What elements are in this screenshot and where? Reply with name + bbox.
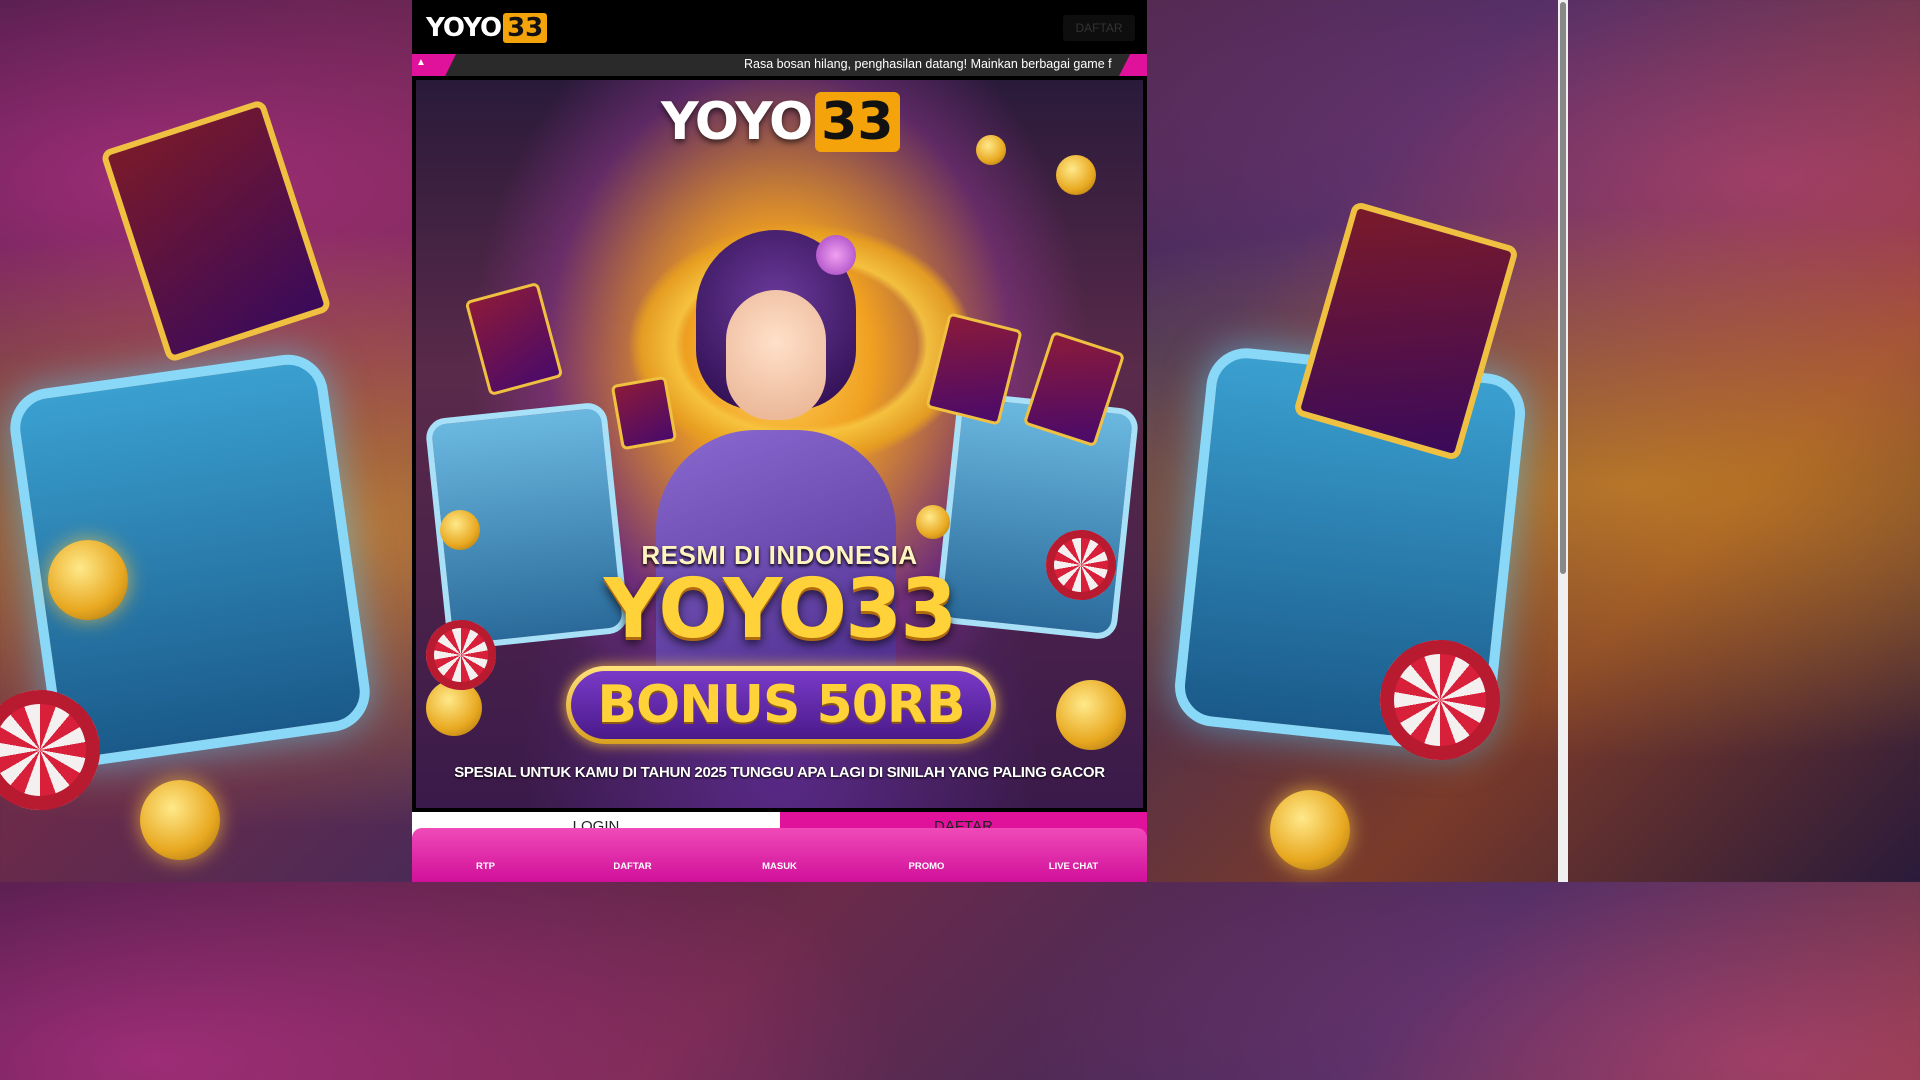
background-slot-machine-left bbox=[5, 349, 375, 771]
nav-label: RTP bbox=[476, 860, 495, 872]
hair-flower-ornament bbox=[816, 235, 856, 275]
coin-illustration bbox=[1056, 680, 1126, 750]
background-coin bbox=[1270, 790, 1350, 870]
background-coin bbox=[140, 780, 220, 860]
nav-label: MASUK bbox=[762, 860, 797, 872]
scrollbar-thumb[interactable] bbox=[1560, 2, 1566, 574]
site-logo[interactable]: YOYO 33 bbox=[426, 13, 548, 43]
bonus-badge: BONUS 50RB bbox=[566, 666, 996, 744]
playing-card-illustration bbox=[464, 281, 564, 397]
nav-label: PROMO bbox=[908, 860, 945, 872]
logo-text: YOYO bbox=[426, 13, 502, 43]
background-chip bbox=[1380, 640, 1500, 760]
page-scrollbar[interactable] bbox=[1558, 0, 1568, 882]
nav-item-promo[interactable]: PROMO bbox=[853, 828, 1000, 882]
speaker-icon: ▲ bbox=[416, 57, 426, 68]
background-slot-machine-right bbox=[1171, 344, 1529, 756]
logo-number-badge: 33 bbox=[503, 13, 548, 43]
auth-buttons: LOGIN DAFTAR bbox=[412, 812, 1147, 842]
banner-logo: YOYO 33 bbox=[661, 92, 900, 152]
ticker-text: Rasa bosan hilang, penghasilan datang! M… bbox=[744, 57, 1112, 71]
main-container: YOYO 33 DAFTAR ▲ Rasa bosan hilang, peng… bbox=[412, 0, 1147, 882]
coin-illustration bbox=[916, 505, 950, 539]
header: YOYO 33 DAFTAR bbox=[412, 0, 1147, 54]
banner-logo-number: 33 bbox=[815, 92, 900, 152]
nav-item-rtp[interactable]: RTP bbox=[412, 828, 559, 882]
bonus-text: BONUS 50RB bbox=[571, 671, 991, 739]
promo-banner[interactable]: YOYO 33 RESMI DI INDONESIA YOYO33 BONUS … bbox=[416, 80, 1143, 808]
banner-title: YOYO33 bbox=[603, 562, 958, 657]
banner-subtitle: SPESIAL UNTUK KAMU DI TAHUN 2025 TUNGGU … bbox=[454, 764, 1105, 781]
nav-item-masuk[interactable]: MASUK bbox=[706, 828, 853, 882]
nav-item-live-chat[interactable]: LIVE CHAT bbox=[1000, 828, 1147, 882]
nav-label: LIVE CHAT bbox=[1048, 860, 1099, 872]
header-daftar-button[interactable]: DAFTAR bbox=[1063, 15, 1135, 41]
background-chip bbox=[0, 690, 100, 810]
background-card-left bbox=[99, 98, 333, 364]
nav-item-daftar[interactable]: DAFTAR bbox=[559, 828, 706, 882]
background-card-right bbox=[1292, 200, 1520, 462]
ticker-right-cap bbox=[1119, 54, 1147, 76]
background-coin bbox=[48, 540, 128, 620]
character-face bbox=[726, 290, 826, 420]
announcement-ticker: ▲ Rasa bosan hilang, penghasilan datang!… bbox=[412, 54, 1147, 76]
coin-illustration bbox=[1056, 155, 1096, 195]
coin-illustration bbox=[976, 135, 1006, 165]
banner-logo-text: YOYO bbox=[661, 92, 813, 152]
bottom-navigation: RTP DAFTAR MASUK PROMO LIVE CHAT bbox=[412, 828, 1147, 882]
nav-label: DAFTAR bbox=[613, 860, 652, 872]
